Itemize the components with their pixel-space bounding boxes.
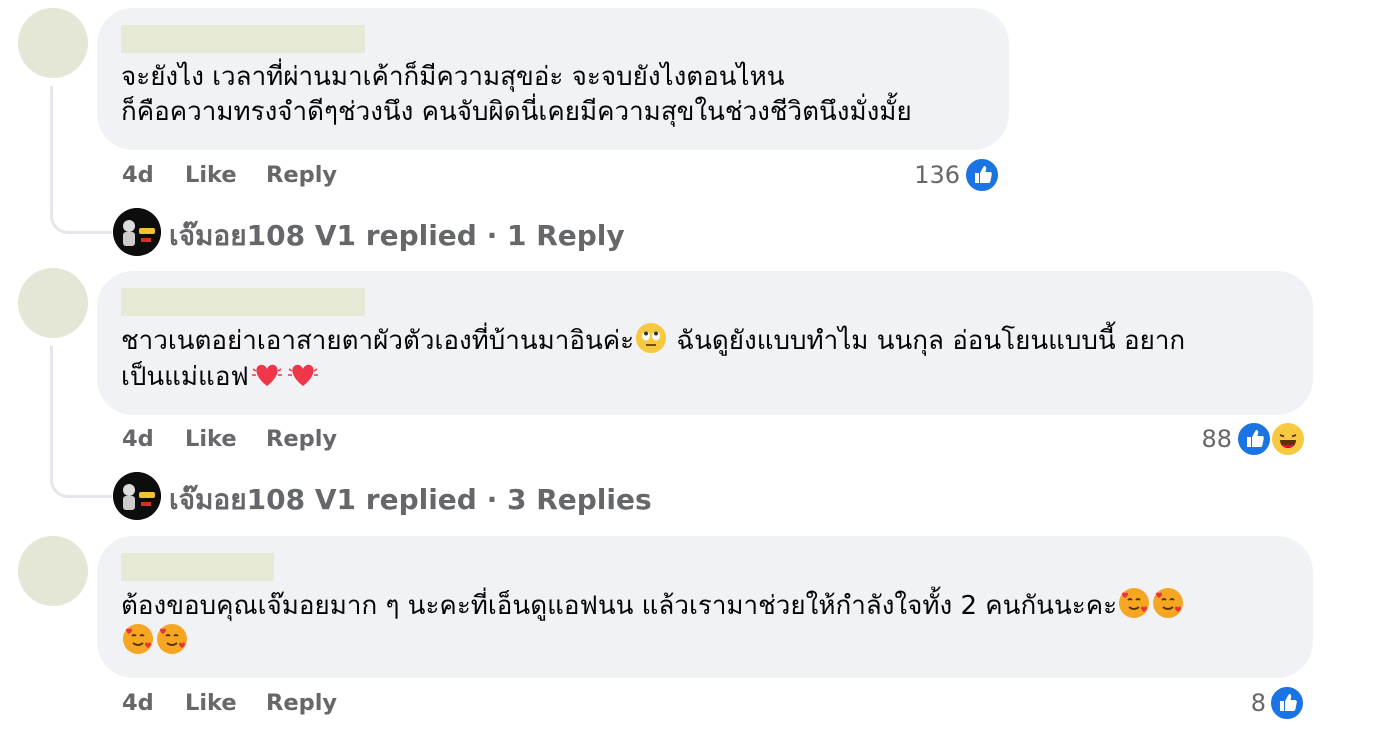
- comment-line: ชาวเนตอย่าเอาสายตาผัวตัวเองที่บ้านมาอินค…: [121, 323, 1289, 359]
- separator: ·: [486, 219, 498, 252]
- replier-name: เจ๊มอย108 V1: [169, 483, 357, 516]
- beating-heart-emoji-icon: [287, 359, 319, 389]
- reply-count: 3 Replies: [506, 483, 652, 516]
- commenter-avatar[interactable]: [18, 268, 88, 338]
- comment-text-part: ฉันดูยังแบบทำไม นนกุล อ่อนโยนแบบนี้ อยาก: [668, 326, 1186, 356]
- redacted-commenter-name[interactable]: [121, 288, 365, 316]
- replied-label: replied: [365, 483, 477, 516]
- replies-summary[interactable]: เจ๊มอย108 V1 replied · 1 Reply: [169, 214, 625, 258]
- comment-line: ก็คือความทรงจำดีๆช่วงนึง คนจับผิดนี่เคยม…: [121, 97, 912, 127]
- redacted-commenter-name[interactable]: [121, 553, 274, 581]
- like-icon[interactable]: [964, 157, 1000, 193]
- comment-timestamp[interactable]: 4d: [122, 426, 154, 452]
- comment-text-part: ชาวเนตอย่าเอาสายตาผัวตัวเองที่บ้านมาอินค…: [121, 326, 635, 356]
- comment-line: จะยังไง เวลาที่ผ่านมาเค้าก็มีความสุขอ่ะ …: [121, 62, 785, 92]
- reply-button[interactable]: Reply: [266, 426, 337, 452]
- reply-button[interactable]: Reply: [266, 690, 337, 716]
- reaction-count[interactable]: 8: [1230, 689, 1266, 717]
- like-button[interactable]: Like: [185, 162, 237, 188]
- like-button[interactable]: Like: [185, 690, 237, 716]
- smiling-face-with-hearts-emoji-icon: [1119, 588, 1150, 618]
- comment-line: เป็นแม่แอฟ: [121, 359, 1289, 395]
- smiling-face-with-hearts-emoji-icon: [123, 624, 153, 654]
- comment-text: ชาวเนตอย่าเอาสายตาผัวตัวเองที่บ้านมาอินค…: [121, 323, 1289, 395]
- smiling-face-with-hearts-emoji-icon: [157, 624, 187, 654]
- comment-line: [121, 624, 1289, 660]
- comment-bubble: ชาวเนตอย่าเอาสายตาผัวตัวเองที่บ้านมาอินค…: [97, 271, 1313, 415]
- reply-button[interactable]: Reply: [266, 162, 337, 188]
- like-icon[interactable]: [1269, 685, 1305, 721]
- comment-text: จะยังไง เวลาที่ผ่านมาเค้าก็มีความสุขอ่ะ …: [121, 60, 985, 130]
- replier-avatar: [113, 208, 161, 256]
- commenter-avatar[interactable]: [18, 8, 88, 78]
- replied-label: replied: [365, 219, 477, 252]
- like-icon[interactable]: [1236, 421, 1272, 457]
- comment-timestamp[interactable]: 4d: [122, 690, 154, 716]
- replier-avatar: [113, 472, 161, 520]
- reply-count: 1 Reply: [506, 219, 625, 252]
- eye-roll-emoji-icon: [636, 323, 667, 353]
- replies-summary[interactable]: เจ๊มอย108 V1 replied · 3 Replies: [169, 478, 652, 522]
- comment-text-part: ต้องขอบคุณเจ๊มอยมาก ๆ นะคะที่เอ็นดูแอฟนน…: [121, 591, 1118, 621]
- like-button[interactable]: Like: [185, 426, 237, 452]
- beating-heart-emoji-icon: [251, 359, 283, 389]
- comment-text-part: เป็นแม่แอฟ: [121, 362, 249, 392]
- comment-line: ต้องขอบคุณเจ๊มอยมาก ๆ นะคะที่เอ็นดูแอฟนน…: [121, 588, 1289, 624]
- comment-timestamp[interactable]: 4d: [122, 162, 154, 188]
- reaction-count[interactable]: 88: [1170, 425, 1232, 453]
- reaction-count[interactable]: 136: [900, 161, 960, 189]
- comment-bubble: ต้องขอบคุณเจ๊มอยมาก ๆ นะคะที่เอ็นดูแอฟนน…: [97, 536, 1313, 678]
- replier-name: เจ๊มอย108 V1: [169, 219, 357, 252]
- smiling-face-with-hearts-emoji-icon: [1153, 588, 1184, 618]
- comment-text: ต้องขอบคุณเจ๊มอยมาก ๆ นะคะที่เอ็นดูแอฟนน…: [121, 588, 1289, 660]
- commenter-avatar[interactable]: [18, 536, 88, 606]
- redacted-commenter-name[interactable]: [121, 25, 365, 53]
- comment-bubble: จะยังไง เวลาที่ผ่านมาเค้าก็มีความสุขอ่ะ …: [97, 8, 1009, 150]
- haha-icon[interactable]: [1270, 421, 1306, 457]
- separator: ·: [486, 483, 498, 516]
